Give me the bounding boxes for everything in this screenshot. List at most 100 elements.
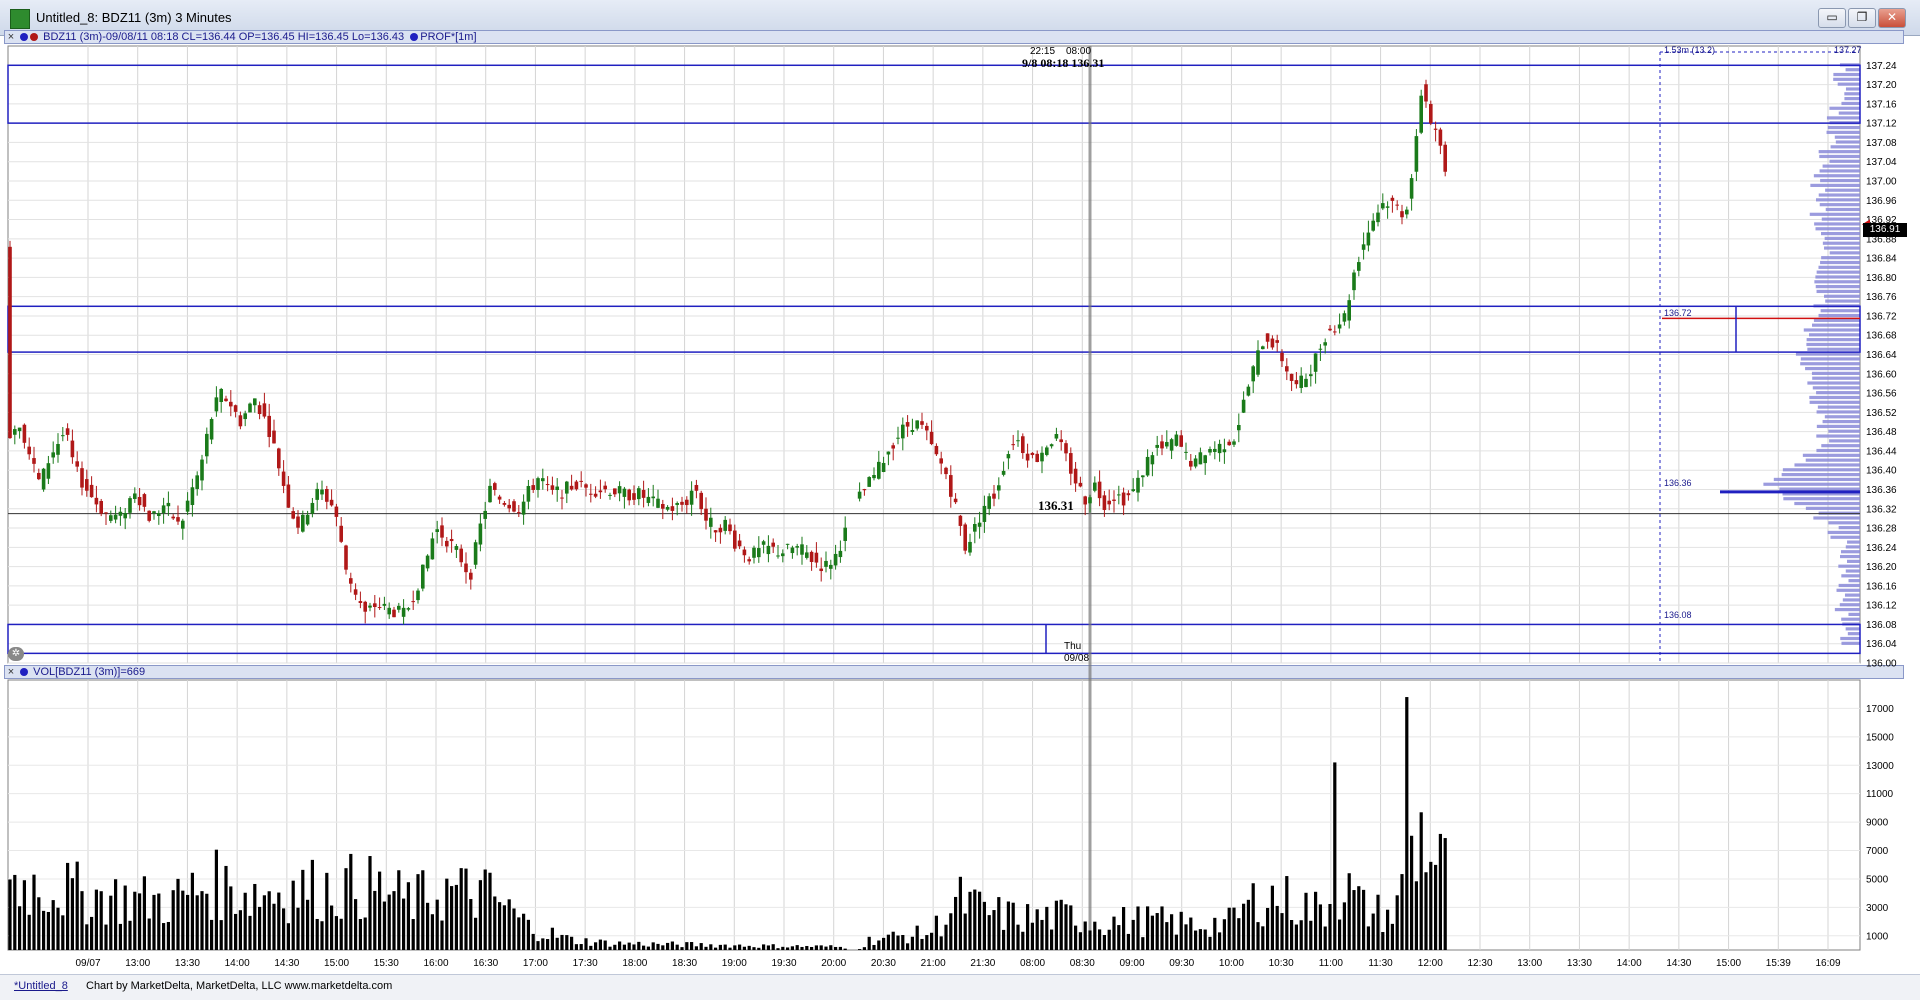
volume-bar <box>776 948 780 950</box>
candle-body <box>209 419 214 440</box>
x-tick-label: 16:30 <box>473 958 498 969</box>
volume-bar <box>498 902 502 950</box>
candle-body <box>1169 439 1174 451</box>
volume-bar <box>747 945 751 950</box>
candle-body <box>1361 244 1366 250</box>
candle-body <box>819 568 823 572</box>
volume-bar <box>594 942 598 950</box>
volume-bar <box>325 872 329 950</box>
candle-body <box>27 446 31 455</box>
profile-bar <box>1802 453 1860 457</box>
candle-body <box>344 545 348 570</box>
candle-body <box>829 564 833 569</box>
volume-bar <box>176 878 180 950</box>
volume-bar <box>882 937 886 950</box>
volume-bar <box>618 941 622 950</box>
profile-bar <box>1779 487 1860 491</box>
candle-body <box>1400 211 1404 218</box>
candle-body <box>1299 375 1303 388</box>
candle-body <box>325 488 329 502</box>
x-tick-label: 10:00 <box>1219 958 1244 969</box>
candle-body <box>32 458 36 464</box>
profile-bar <box>1833 77 1860 81</box>
x-tick-label: 15:00 <box>1716 958 1741 969</box>
profile-header-label: 1.53m (13.2) <box>1664 45 1716 55</box>
volume-bar <box>896 935 900 950</box>
candle-body <box>281 471 286 486</box>
volume-bar <box>949 913 953 950</box>
volume-bar <box>229 886 233 950</box>
candle-body <box>80 468 84 488</box>
candle-body <box>118 511 123 516</box>
candle-body <box>637 488 641 500</box>
price-tick-label: 136.96 <box>1866 196 1897 207</box>
candle-body <box>627 489 631 501</box>
x-tick-label: 20:30 <box>871 958 896 969</box>
chart-tab[interactable]: *Untitled_8 <box>14 980 68 992</box>
candle-body <box>584 484 588 488</box>
candle-body <box>785 543 790 545</box>
candle-body <box>713 530 718 533</box>
volume-bar <box>392 891 396 950</box>
volume-bar <box>570 936 574 950</box>
volume-bar <box>1078 932 1082 950</box>
candle-body <box>699 492 703 510</box>
volume-bar <box>1429 861 1433 950</box>
candle-body <box>109 515 113 521</box>
volume-bar <box>114 879 118 950</box>
candle-body <box>1040 452 1044 462</box>
profile-bar <box>1828 521 1860 525</box>
x-tick-label: 15:39 <box>1766 958 1791 969</box>
candle-body <box>680 501 684 505</box>
profile-bar <box>1816 434 1860 438</box>
price-tick-label: 136.44 <box>1866 446 1897 457</box>
volume-bar <box>550 927 554 950</box>
candle-body <box>574 481 579 490</box>
candle-body <box>152 511 156 514</box>
volume-bar <box>675 944 679 950</box>
x-tick-label: 16:00 <box>423 958 448 969</box>
candle-body <box>1265 333 1270 342</box>
volume-bar <box>109 895 113 950</box>
volume-bar <box>1083 921 1087 950</box>
profile-bar <box>1805 458 1860 462</box>
x-tick-label: 15:00 <box>324 958 349 969</box>
candle-body <box>752 547 756 558</box>
candle-body <box>430 538 435 560</box>
candle-body <box>243 413 247 420</box>
volume-bar <box>690 942 694 950</box>
candle-body <box>401 607 406 617</box>
candle-body <box>1376 212 1380 223</box>
profile-bar <box>1845 569 1860 573</box>
volume-bar <box>608 946 612 950</box>
volume-bar <box>334 916 338 950</box>
volume-bar <box>622 944 626 950</box>
candle-body <box>766 545 771 555</box>
volume-bar <box>243 892 247 950</box>
volume-bar <box>1347 873 1351 950</box>
candle-body <box>421 564 425 589</box>
price-tick-label: 136.04 <box>1866 639 1897 650</box>
volume-bar <box>694 946 698 950</box>
profile-bar <box>1815 285 1860 289</box>
candle-body <box>949 475 953 497</box>
candle-body <box>1213 448 1217 452</box>
candle-body <box>1193 458 1198 467</box>
volume-bar <box>906 943 910 950</box>
volume-bar <box>910 936 914 950</box>
volume-bar <box>1338 919 1342 950</box>
profile-bar <box>1820 260 1860 265</box>
chart-canvas[interactable]: 09/07 13:00 13:30 14:00 14:30 15:00 15:30 16:00… <box>0 0 1920 974</box>
profile-bar <box>1838 526 1860 530</box>
candle-body <box>1366 232 1371 246</box>
candle-body <box>622 488 627 497</box>
level-label-2: 136.36 <box>1664 478 1692 488</box>
price-tick-label: 136.16 <box>1866 581 1897 592</box>
candle-body <box>987 496 991 509</box>
profile-bar <box>1781 473 1860 477</box>
volume-bar <box>85 924 89 950</box>
candle-body <box>973 524 977 532</box>
volume-bar <box>1419 812 1423 950</box>
settings-gear-icon[interactable]: ✲ <box>8 647 24 661</box>
volume-bar <box>930 932 934 950</box>
